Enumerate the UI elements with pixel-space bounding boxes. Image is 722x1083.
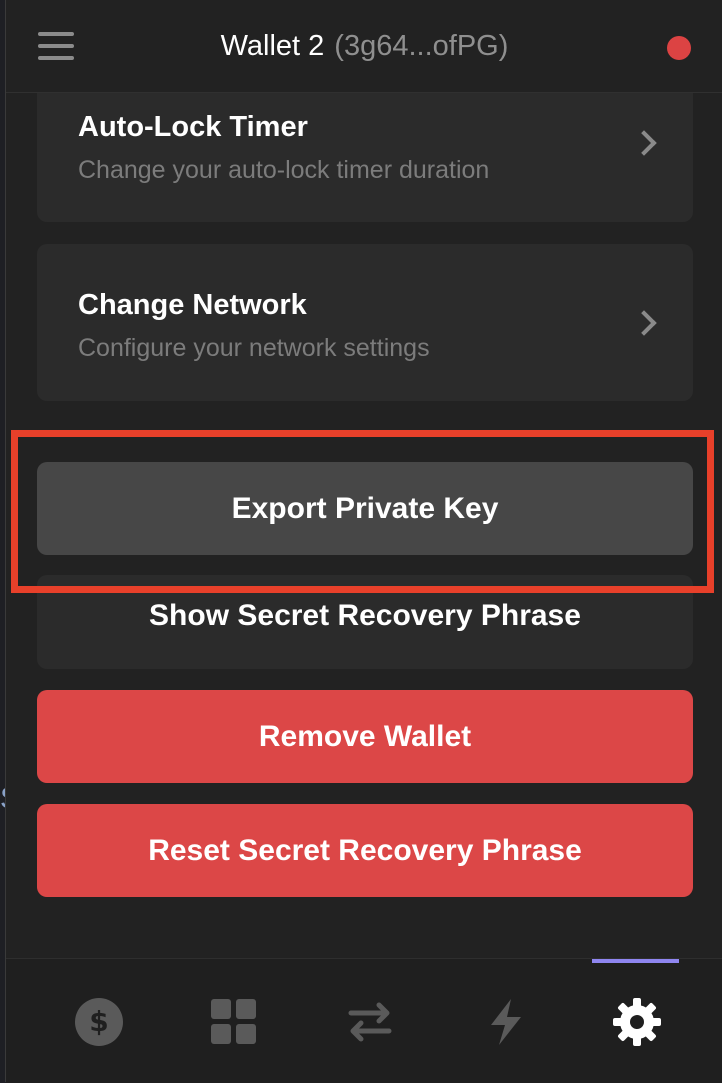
change-network-description: Configure your network settings (78, 334, 430, 362)
wallet-popup: Wallet 2 (3g64...ofPG) Auto-Lock Timer Ch… (5, 0, 722, 1083)
reset-secret-recovery-phrase-button[interactable]: Reset Secret Recovery Phrase (37, 804, 693, 897)
wallet-title[interactable]: Wallet 2 (3g64...ofPG) (6, 28, 722, 64)
reset-secret-recovery-phrase-label: Reset Secret Recovery Phrase (148, 834, 582, 867)
remove-wallet-label: Remove Wallet (258, 720, 472, 753)
dollar-coin-icon: $ (75, 998, 123, 1046)
grid-apps-icon (211, 999, 256, 1044)
tab-activity[interactable] (445, 959, 565, 1083)
remove-wallet-button[interactable]: Remove Wallet (37, 690, 693, 783)
bottom-tab-bar: $ (6, 958, 722, 1083)
header: Wallet 2 (3g64...ofPG) (6, 0, 722, 93)
wallet-name: Wallet 2 (220, 30, 325, 62)
connection-status-dot[interactable] (667, 36, 691, 60)
swap-arrows-icon (348, 1002, 392, 1042)
svg-text:$: $ (89, 1005, 108, 1038)
auto-lock-timer-description: Change your auto-lock timer duration (78, 156, 490, 184)
chevron-right-icon (631, 130, 657, 156)
auto-lock-timer-item[interactable]: Auto-Lock Timer Change your auto-lock ti… (37, 93, 693, 222)
tab-settings[interactable] (576, 959, 696, 1083)
settings-content: Auto-Lock Timer Change your auto-lock ti… (6, 93, 722, 958)
export-private-key-label: Export Private Key (231, 492, 499, 525)
tab-swap[interactable] (309, 959, 429, 1083)
gear-icon (613, 998, 661, 1046)
lightning-bolt-icon (491, 999, 521, 1045)
tab-collectibles[interactable] (173, 959, 293, 1083)
show-secret-recovery-phrase-label: Show Secret Recovery Phrase (149, 599, 581, 632)
wallet-address: (3g64...ofPG) (334, 30, 509, 62)
auto-lock-timer-title: Auto-Lock Timer (78, 111, 308, 143)
change-network-item[interactable]: Change Network Configure your network se… (37, 244, 693, 401)
chevron-right-icon (631, 310, 657, 336)
change-network-title: Change Network (78, 289, 307, 321)
export-private-key-button[interactable]: Export Private Key (37, 462, 693, 555)
tab-balances[interactable]: $ (38, 959, 158, 1083)
show-secret-recovery-phrase-button[interactable]: Show Secret Recovery Phrase (37, 575, 693, 669)
